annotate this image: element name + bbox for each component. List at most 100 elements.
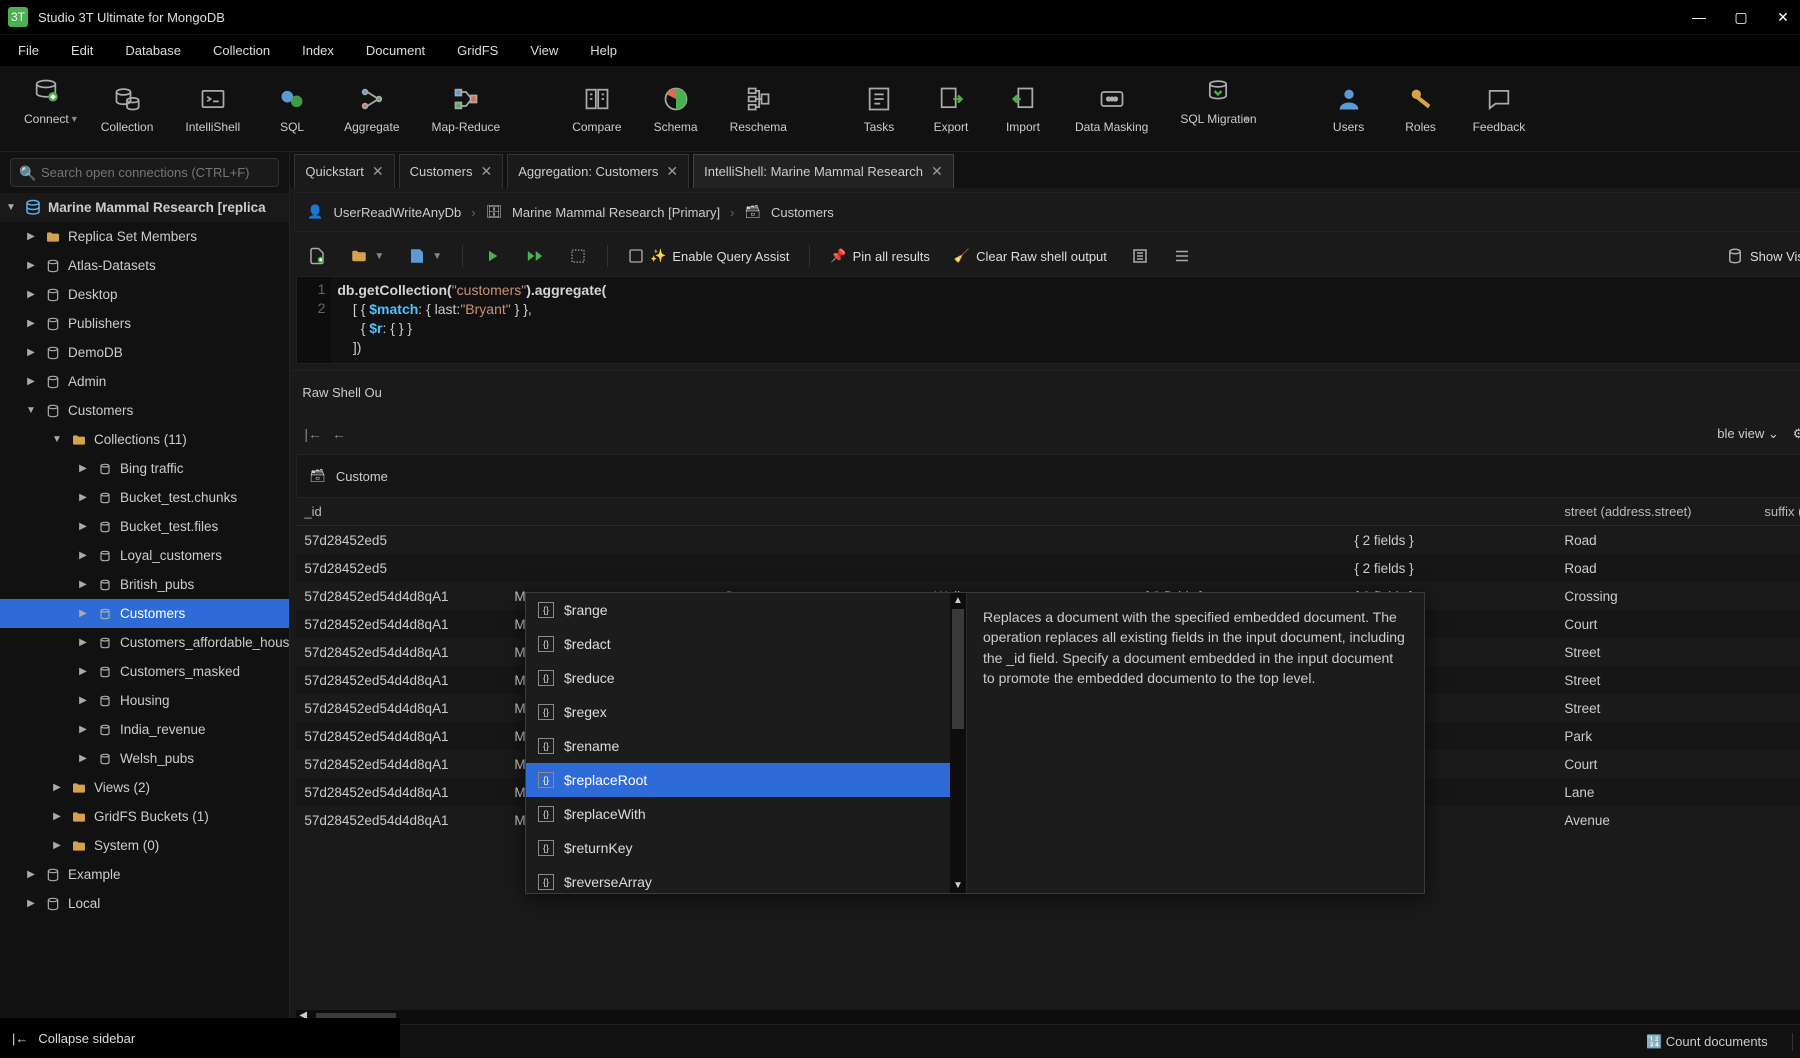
enable-query-assist-button[interactable]: ✨ Enable Query Assist <box>620 241 797 271</box>
autocomplete-item[interactable]: {}$rename <box>526 729 966 763</box>
tree-row[interactable]: ▶Bing traffic <box>0 454 289 483</box>
tree-toggle-icon[interactable]: ▶ <box>76 637 90 648</box>
tree-toggle-icon[interactable]: ▶ <box>76 492 90 503</box>
tree-toggle-icon[interactable]: ▶ <box>50 811 64 822</box>
autocomplete-item[interactable]: {}$reduce <box>526 661 966 695</box>
toolbar-aggregate[interactable]: Aggregate <box>328 84 415 134</box>
show-visual-builder-button[interactable]: Show Visual Query Builder <box>1718 241 1800 271</box>
menu-document[interactable]: Document <box>352 39 439 62</box>
toolbar-reschema[interactable]: Reschema <box>714 84 803 134</box>
autocomplete-scrollbar[interactable]: ▲ ▼ <box>950 593 966 893</box>
results-tab[interactable]: 🗃 Custome <box>296 454 1800 498</box>
count-documents-button[interactable]: 🔢 Count documents <box>1646 1034 1768 1050</box>
breadcrumb-db[interactable]: Marine Mammal Research [Primary] <box>512 205 720 220</box>
autocomplete-item[interactable]: {}$replaceWith <box>526 797 966 831</box>
tree-toggle-icon[interactable]: ▶ <box>76 695 90 706</box>
tree-row[interactable]: ▶Local <box>0 889 289 918</box>
tree-row[interactable]: ▶Bucket_test.chunks <box>0 483 289 512</box>
table-view-select[interactable]: ble view ⌄ <box>1717 426 1778 442</box>
menu-file[interactable]: File <box>4 39 53 62</box>
tree-toggle-icon[interactable]: ▶ <box>24 376 38 387</box>
prev-page-icon[interactable]: ← <box>332 426 346 442</box>
autocomplete-popup[interactable]: {}$range{}$redact{}$reduce{}$regex{}$ren… <box>525 592 1425 894</box>
tree-row[interactable]: ▶Atlas-Datasets <box>0 251 289 280</box>
tree-row[interactable]: ▶Customers_masked <box>0 657 289 686</box>
autocomplete-item[interactable]: {}$replaceRoot <box>526 763 966 797</box>
tree-toggle-icon[interactable]: ▶ <box>76 753 90 764</box>
connection-tree[interactable]: ▼ Marine Mammal Research [replica ▶Repli… <box>0 193 289 1020</box>
tree-toggle-icon[interactable]: ▼ <box>24 405 38 416</box>
run-all-button[interactable] <box>517 241 553 271</box>
tree-row[interactable]: ▶Views (2) <box>0 773 289 802</box>
tree-toggle-icon[interactable]: ▶ <box>76 521 90 532</box>
tree-toggle-icon[interactable]: ▶ <box>76 550 90 561</box>
toolbar-schema[interactable]: Schema <box>638 84 714 134</box>
close-icon[interactable]: ✕ <box>666 163 678 180</box>
table-hscroll[interactable]: ◀▶ <box>296 1010 1800 1024</box>
tree-toggle-icon[interactable]: ▶ <box>24 318 38 329</box>
toolbar-intellishell[interactable]: IntelliShell <box>169 84 256 134</box>
tree-row[interactable]: ▶Replica Set Members <box>0 222 289 251</box>
first-page-icon[interactable]: |← <box>304 426 322 442</box>
tree-toggle-icon[interactable]: ▶ <box>24 869 38 880</box>
tree-row[interactable]: ▶System (0) <box>0 831 289 860</box>
list-view-button[interactable] <box>1165 241 1199 271</box>
tree-toggle-icon[interactable]: ▶ <box>76 463 90 474</box>
select-button[interactable] <box>561 241 595 271</box>
tree-toggle-icon[interactable]: ▶ <box>76 608 90 619</box>
col-id[interactable]: _id <box>296 504 506 519</box>
autocomplete-item[interactable]: {}$returnKey <box>526 831 966 865</box>
menu-help[interactable]: Help <box>576 39 631 62</box>
toolbar-map-reduce[interactable]: Map-Reduce <box>416 84 517 134</box>
toolbar-feedback[interactable]: Feedback <box>1457 84 1542 134</box>
menu-edit[interactable]: Edit <box>57 39 107 62</box>
autocomplete-item[interactable]: {}$range <box>526 593 966 627</box>
tree-toggle-icon[interactable]: ▶ <box>24 231 38 242</box>
tree-toggle-icon[interactable]: ▶ <box>76 724 90 735</box>
menu-collection[interactable]: Collection <box>199 39 284 62</box>
chevron-down-icon[interactable]: ▼ <box>4 202 18 213</box>
clear-raw-button[interactable]: 🧹 Clear Raw shell output <box>946 241 1115 271</box>
close-icon[interactable]: ✕ <box>372 163 384 180</box>
toolbar-connect[interactable]: Connect▼ <box>8 76 85 142</box>
tab[interactable]: Quickstart✕ <box>294 154 394 188</box>
tree-row[interactable]: ▶India_revenue <box>0 715 289 744</box>
toolbar-collection[interactable]: Collection <box>85 84 170 134</box>
menu-index[interactable]: Index <box>288 39 348 62</box>
toolbar-sql[interactable]: SQL <box>256 84 328 134</box>
close-icon[interactable]: ✕ <box>1774 9 1792 26</box>
tree-toggle-icon[interactable]: ▶ <box>24 289 38 300</box>
breadcrumb-collection[interactable]: Customers <box>771 205 834 220</box>
autocomplete-item[interactable]: {}$regex <box>526 695 966 729</box>
tree-toggle-icon[interactable]: ▶ <box>76 666 90 677</box>
tree-row[interactable]: ▶Desktop <box>0 280 289 309</box>
tree-toggle-icon[interactable]: ▶ <box>50 840 64 851</box>
col-street[interactable]: street (address.street) <box>1556 504 1756 519</box>
toolbar-tasks[interactable]: Tasks <box>843 84 915 134</box>
tree-row[interactable]: ▶Customers_affordable_hous <box>0 628 289 657</box>
tree-row[interactable]: ▶Customers <box>0 599 289 628</box>
autocomplete-list[interactable]: {}$range{}$redact{}$reduce{}$regex{}$ren… <box>526 593 966 893</box>
open-folder-button[interactable]: ▼ <box>342 241 392 271</box>
collapse-sidebar-button[interactable]: |← Collapse sidebar <box>0 1018 400 1058</box>
search-input[interactable] <box>10 158 279 187</box>
autocomplete-item[interactable]: {}$reverseArray <box>526 865 966 899</box>
tree-row[interactable]: ▶Welsh_pubs <box>0 744 289 773</box>
toolbar-export[interactable]: Export <box>915 84 987 134</box>
toolbar-import[interactable]: Import <box>987 84 1059 134</box>
new-file-button[interactable] <box>300 241 334 271</box>
tree-row[interactable]: ▶Example <box>0 860 289 889</box>
autocomplete-item[interactable]: {}$redact <box>526 627 966 661</box>
close-icon[interactable]: ✕ <box>931 163 943 180</box>
minimize-icon[interactable]: — <box>1690 9 1708 26</box>
col-suffix[interactable]: suffix (addre <box>1756 504 1800 519</box>
tree-toggle-icon[interactable]: ▶ <box>24 347 38 358</box>
maximize-icon[interactable]: ▢ <box>1732 9 1750 26</box>
code-editor[interactable]: 1 2 db.getCollection("customers").aggreg… <box>296 276 1800 364</box>
tree-row[interactable]: ▶DemoDB <box>0 338 289 367</box>
run-button[interactable] <box>475 241 509 271</box>
tree-toggle-icon[interactable]: ▶ <box>24 898 38 909</box>
tree-toggle-icon[interactable]: ▼ <box>50 434 64 445</box>
settings-button[interactable] <box>1123 241 1157 271</box>
toolbar-roles[interactable]: Roles <box>1385 84 1457 134</box>
